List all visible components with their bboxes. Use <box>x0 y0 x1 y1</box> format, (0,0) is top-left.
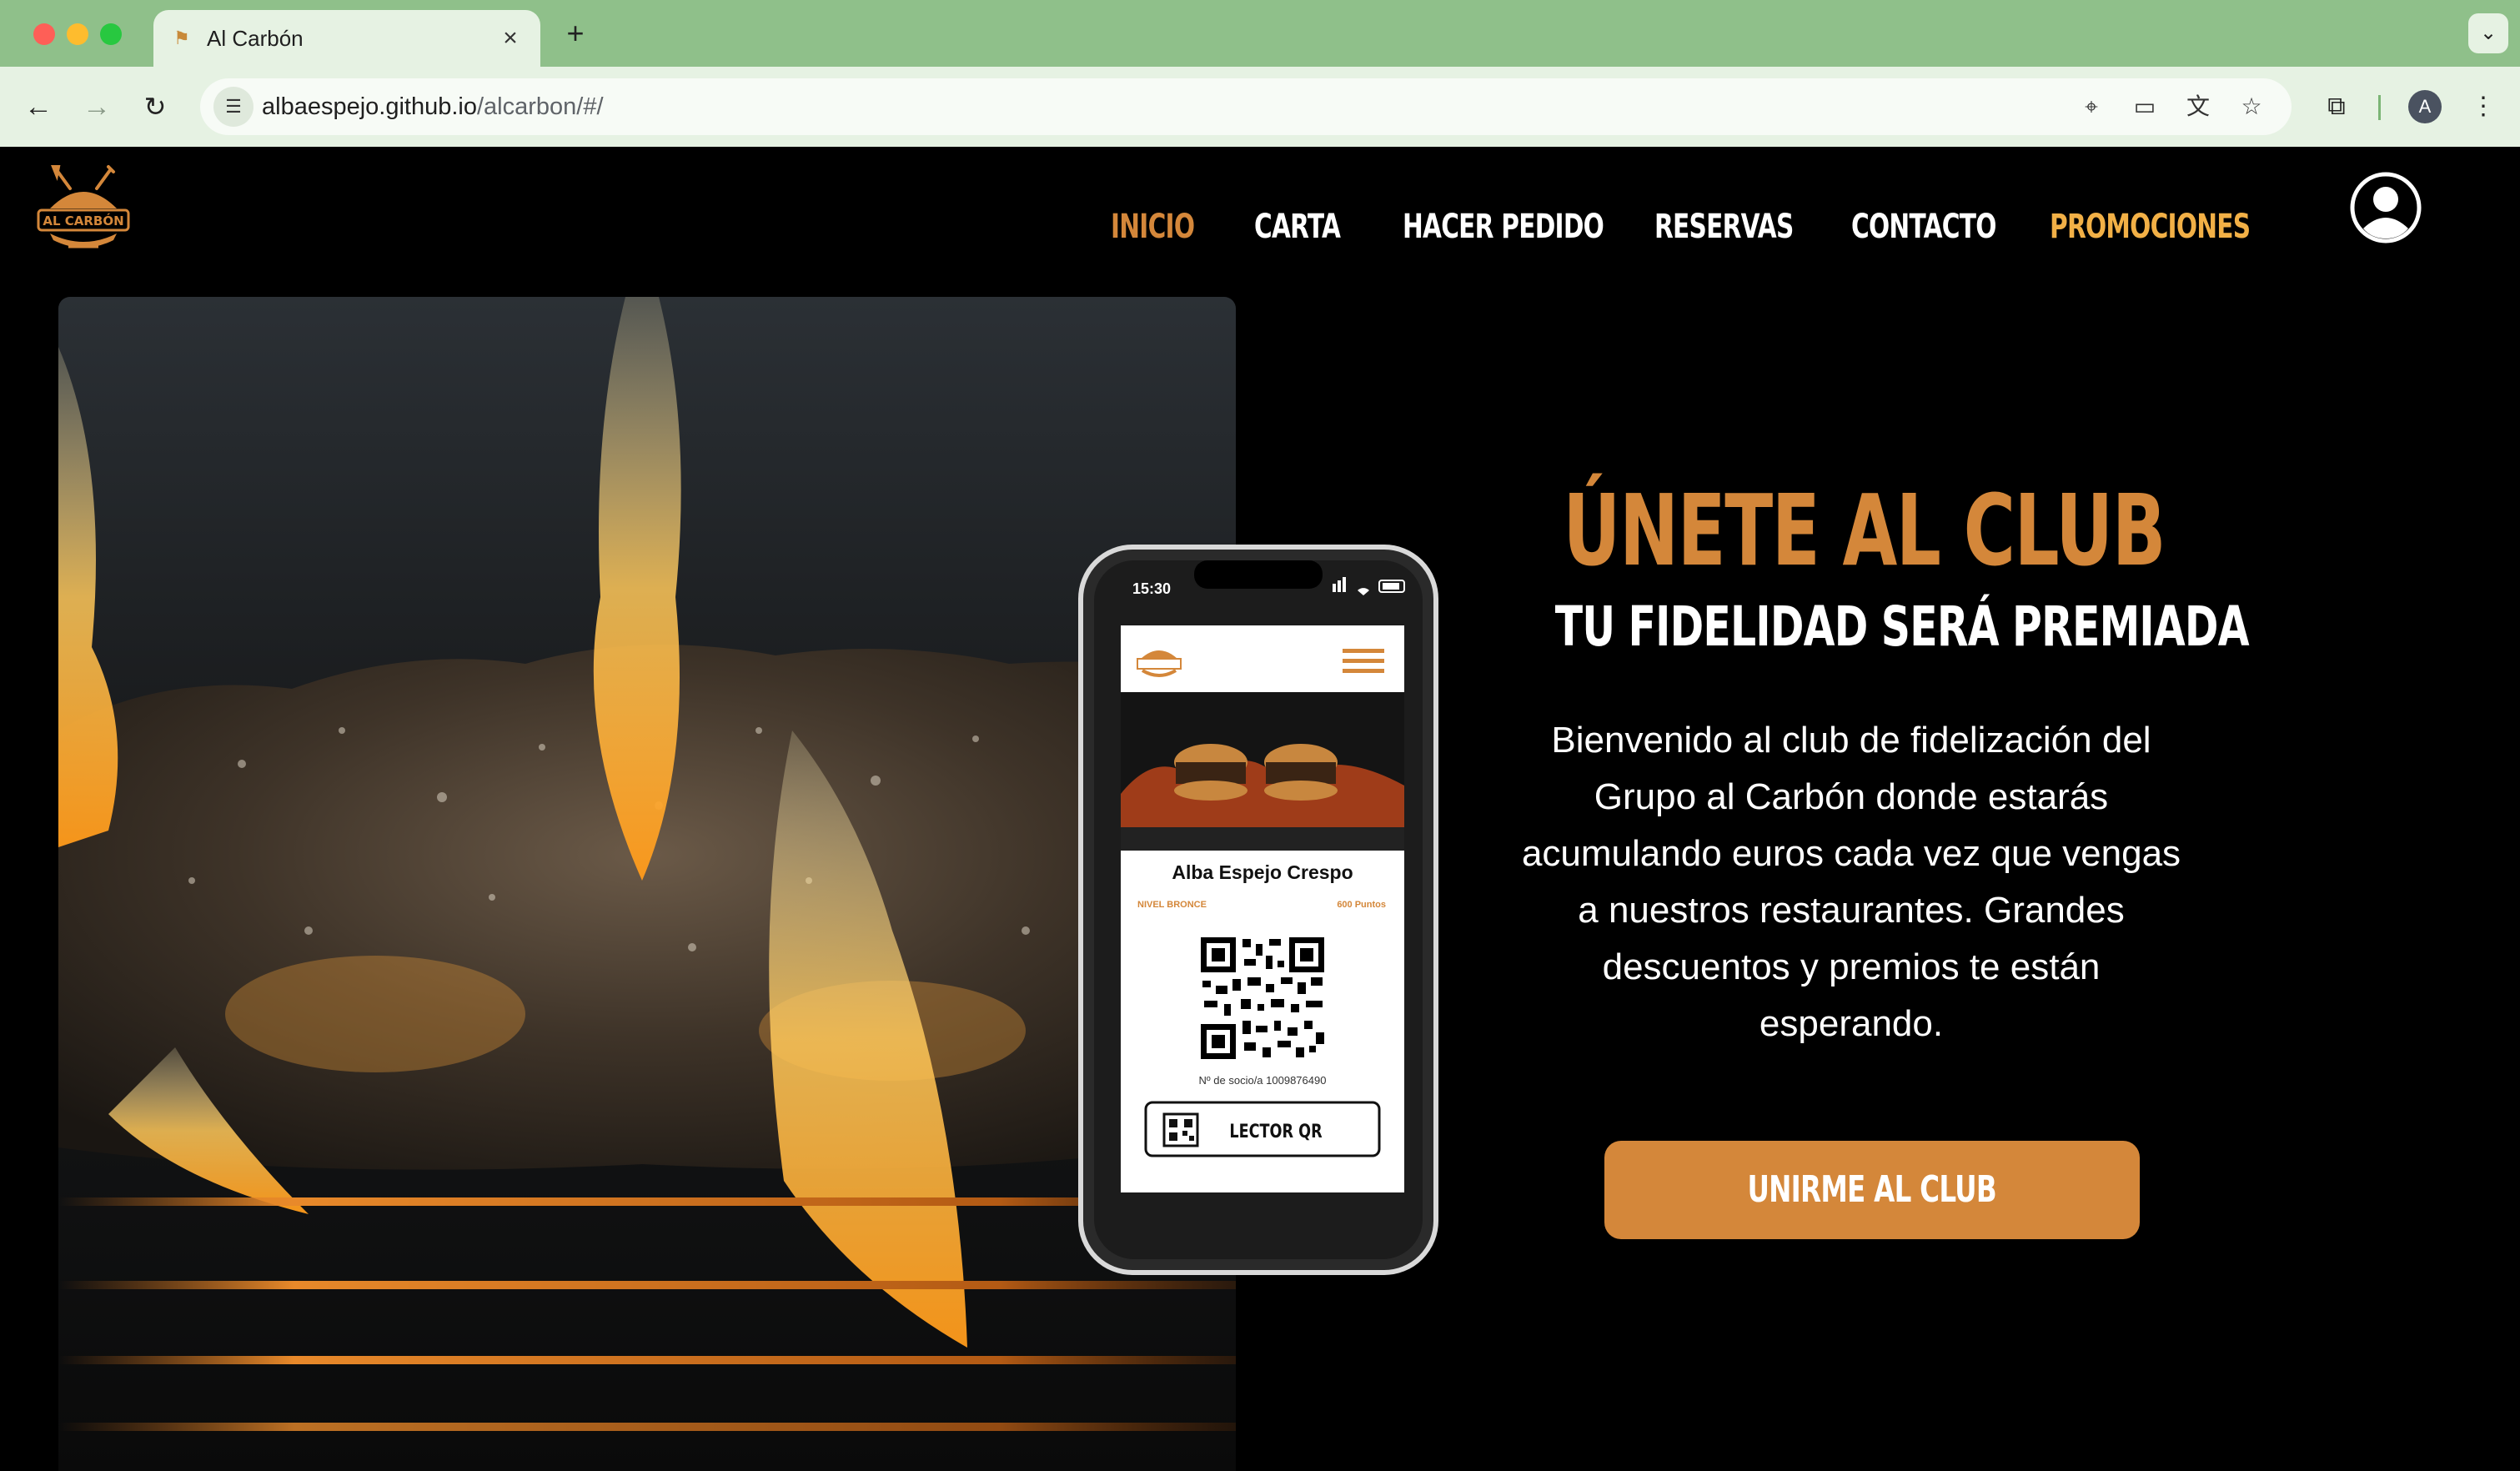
nav-item-carta[interactable]: CARTA <box>1254 202 1341 252</box>
url-text[interactable]: albaespejo.github.io/alcarbon/#/ <box>262 92 604 122</box>
translate-icon[interactable]: 文 <box>2178 87 2218 127</box>
main-nav: INICIO CARTA HACER PEDIDO RESERVAS CONTA… <box>0 202 2520 252</box>
nav-item-contacto[interactable]: CONTACTO <box>1851 202 1996 252</box>
member-points: 600 Puntos <box>1337 900 1386 910</box>
club-description: Bienvenido al club de fidelización del G… <box>1521 720 2181 1044</box>
extensions-icon[interactable]: ⧉ <box>2317 87 2357 127</box>
qr-code <box>1199 936 1326 1061</box>
nav-item-reservas[interactable]: RESERVAS <box>1654 202 1794 252</box>
qr-reader-label: LECTOR QR <box>1229 1121 1322 1142</box>
url-host: albaespejo.github.io <box>262 93 477 120</box>
bookmark-star-icon[interactable]: ☆ <box>2231 87 2272 127</box>
nav-item-hacer-pedido[interactable]: HACER PEDIDO <box>1403 202 1604 252</box>
join-club-button[interactable]: UNIRME AL CLUB <box>1604 1141 2140 1239</box>
tab-strip: ⚑ Al Carbón × + ⌄ <box>0 0 2520 67</box>
tab-close-button[interactable]: × <box>494 22 527 55</box>
tab-search-button[interactable]: ⌄ <box>2468 13 2508 53</box>
browser-toolbar: ← → ↻ ☰ albaespejo.github.io/alcarbon/#/… <box>0 67 2520 147</box>
user-account-icon[interactable] <box>2350 172 2422 243</box>
menu-kebab-icon[interactable]: ⋮ <box>2463 87 2503 127</box>
site-info-icon[interactable]: ☰ <box>213 87 254 127</box>
join-club-label: UNIRME AL CLUB <box>1747 1168 1997 1211</box>
member-name: Alba Espejo Crespo <box>1172 861 1353 883</box>
nav-item-inicio[interactable]: INICIO <box>1111 202 1195 252</box>
back-icon[interactable]: ← <box>18 87 58 127</box>
close-window-button[interactable] <box>33 23 55 45</box>
club-section: ÚNETE AL CLUB TU FIDELIDAD SERÁ PREMIADA… <box>1451 472 2251 1052</box>
web-page: AL CARBÓN INICIO CARTA HACER PEDIDO RESE… <box>0 147 2520 1471</box>
member-level: NIVEL BRONCE <box>1137 900 1207 910</box>
browser-chrome: ⚑ Al Carbón × + ⌄ ← → ↻ ☰ albaespejo.git… <box>0 0 2520 147</box>
nav-item-promociones[interactable]: PROMOCIONES <box>2050 202 2251 252</box>
grill-hero-image <box>58 297 1236 1471</box>
club-title: ÚNETE AL CLUB <box>1563 473 2166 588</box>
new-tab-button[interactable]: + <box>559 17 592 50</box>
favicon-icon: ⚑ <box>173 28 190 48</box>
phone-mockup: 15:30 Alba Espejo Crespo NIVEL BRONCE 60… <box>1078 545 1438 1275</box>
forward-icon[interactable]: → <box>77 87 117 127</box>
qr-reader-button[interactable]: LECTOR QR <box>1144 1101 1381 1157</box>
browser-tab[interactable]: ⚑ Al Carbón × <box>153 10 540 67</box>
tab-title: Al Carbón <box>207 26 304 51</box>
minimize-window-button[interactable] <box>67 23 88 45</box>
location-icon[interactable]: ⌖ <box>2071 87 2111 127</box>
hamburger-menu-icon[interactable] <box>1343 649 1384 673</box>
url-path: /alcarbon/#/ <box>476 93 604 120</box>
profile-avatar[interactable]: A <box>2408 90 2442 123</box>
maximize-window-button[interactable] <box>100 23 122 45</box>
phone-time: 15:30 <box>1132 580 1171 597</box>
club-subtitle: TU FIDELIDAD SERÁ PREMIADA <box>1554 595 2250 659</box>
member-number: Nº de socio/a 1009876490 <box>1199 1074 1327 1087</box>
toolbar-divider <box>2378 95 2381 120</box>
address-bar[interactable]: ☰ albaespejo.github.io/alcarbon/#/ ⌖ ▭ 文… <box>200 78 2292 135</box>
install-app-icon[interactable]: ▭ <box>2125 87 2165 127</box>
reload-icon[interactable]: ↻ <box>135 87 175 127</box>
